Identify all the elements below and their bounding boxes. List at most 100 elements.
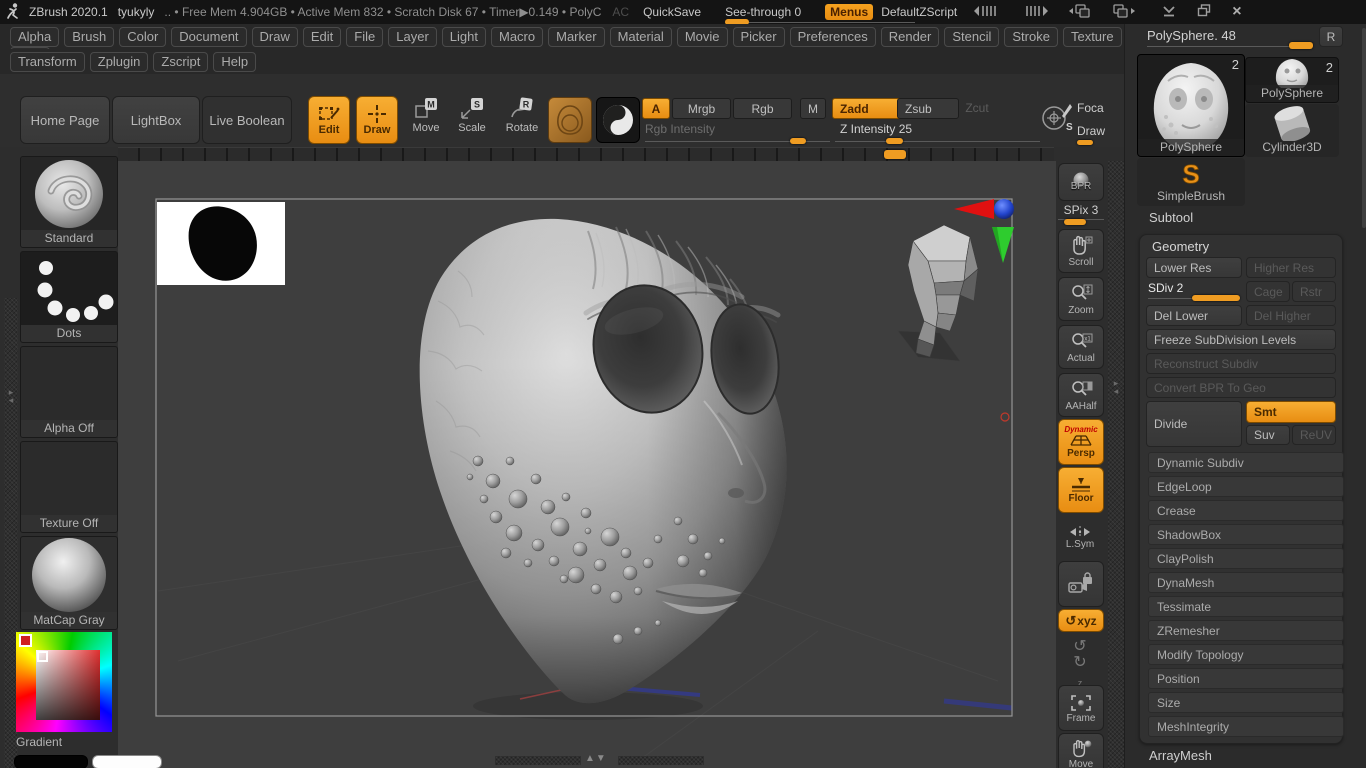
default-zscript-button[interactable]: DefaultZScript [881,5,957,19]
spix-slider[interactable]: SPix 3 [1058,203,1104,225]
dock-left-icon[interactable] [1069,3,1095,21]
viewport-canvas[interactable]: ▲▼ [118,161,1058,768]
see-through-slider[interactable]: See-through 0 [725,5,916,25]
right-tray-divider[interactable]: ▸ ◂ [1108,161,1124,768]
live-boolean-button[interactable]: Live Boolean [202,96,292,144]
bottom-tray-handle-left[interactable] [495,756,581,765]
spix-knob[interactable] [1064,219,1086,225]
quicksave-button[interactable]: QuickSave [643,5,701,19]
draw-size-knob[interactable] [1077,140,1093,145]
bottom-tray-arrows-icon[interactable]: ▲▼ [585,753,615,764]
sdiv-knob[interactable] [1192,295,1240,301]
menu-light[interactable]: Light [441,27,486,47]
timeline-knob[interactable] [884,150,906,159]
timeline-strip[interactable] [118,147,1054,162]
collapse-right-panels-icon[interactable] [1018,5,1049,20]
z-intensity-knob[interactable] [886,138,903,144]
right-divider-arrows-icon[interactable]: ▸ ◂ [1109,379,1123,396]
menu-texture[interactable]: Texture [1062,27,1122,47]
geometry-subsection-meshintegrity[interactable]: MeshIntegrity [1148,716,1344,737]
frame-button[interactable]: Frame [1058,685,1104,731]
menu-picker[interactable]: Picker [732,27,785,47]
higher-res-button[interactable]: Higher Res [1246,257,1336,278]
sv-cursor[interactable] [37,651,48,662]
tool-thumb-polysphere-recent[interactable]: 2 PolySphere [1245,57,1339,103]
geometry-subsection-position[interactable]: Position [1148,668,1344,689]
z-intensity-slider[interactable]: Z Intensity 25 [840,122,912,136]
geometry-subsection-crease[interactable]: Crease [1148,500,1344,521]
suv-toggle[interactable]: Suv [1246,425,1290,445]
scale-tool-button[interactable]: S Scale [454,96,490,142]
tool-thumb-simplebrush[interactable]: S SimpleBrush [1137,158,1245,206]
stroke-thumb-dots[interactable]: Dots [20,251,118,343]
del-higher-button[interactable]: Del Higher [1246,305,1336,326]
main-color-swatch[interactable] [14,755,88,768]
geometry-subsection-shadowbox[interactable]: ShadowBox [1148,524,1344,545]
menu-marker[interactable]: Marker [548,27,605,47]
convert-bpr-button[interactable]: Convert BPR To Geo [1146,377,1336,398]
menu-stroke[interactable]: Stroke [1004,27,1058,47]
rgb-toggle[interactable]: Rgb [733,98,792,119]
menus-button[interactable]: Menus [825,4,874,20]
tool-name-slider[interactable]: PolySphere. 48 [1147,28,1317,43]
panel-scrollbar[interactable] [1362,28,1366,228]
close-icon[interactable]: × [1232,3,1241,21]
collapse-left-panels-icon[interactable] [974,5,1004,20]
smt-toggle[interactable]: Smt [1246,401,1336,423]
bottom-tray-handle-right[interactable] [618,756,704,765]
menu-layer[interactable]: Layer [388,27,437,47]
current-stroke-thumb[interactable] [596,97,640,143]
local-transform-button[interactable] [1058,561,1104,607]
aahalf-button[interactable]: AAHalf [1058,373,1104,417]
arraymesh-section-header[interactable]: ArrayMesh [1149,748,1212,763]
color-picker[interactable] [16,632,112,732]
m-toggle[interactable]: M [800,98,826,119]
menu-color[interactable]: Color [119,27,167,47]
tool-thumb-cylinder3d[interactable]: Cylinder3D [1245,104,1339,157]
reconstruct-subdiv-button[interactable]: Reconstruct Subdiv [1146,353,1336,374]
edit-button[interactable]: Edit [308,96,350,144]
zadd-toggle[interactable]: Zadd [832,98,902,119]
menu-file[interactable]: File [346,27,384,47]
zoom-button[interactable]: Zoom [1058,277,1104,321]
zsub-toggle[interactable]: Zsub [897,98,959,119]
menu-render[interactable]: Render [880,27,940,47]
geometry-subsection-dynamic-subdiv[interactable]: Dynamic Subdiv [1148,452,1344,473]
menu-brush[interactable]: Brush [64,27,115,47]
geometry-subsection-modify-topology[interactable]: Modify Topology [1148,644,1344,665]
a-toggle[interactable]: A [642,98,670,119]
lower-res-button[interactable]: Lower Res [1146,257,1242,278]
rotate-tool-button[interactable]: R Rotate [504,96,540,142]
menu-transform[interactable]: Transform [10,52,85,72]
minimize-icon[interactable] [1162,5,1176,20]
material-thumb-matcap-gray[interactable]: MatCap Gray [20,536,118,630]
gradient-label[interactable]: Gradient [16,735,112,749]
current-material-thumb[interactable] [548,97,592,143]
reuv-button[interactable]: ReUV [1292,425,1336,445]
menu-draw[interactable]: Draw [251,27,298,47]
brush-thumb-standard[interactable]: Standard [20,156,118,248]
persp-button[interactable]: Dynamic Persp [1058,419,1104,465]
menu-movie[interactable]: Movie [676,27,728,47]
menu-edit[interactable]: Edit [302,27,342,47]
restore-icon[interactable] [1197,4,1211,20]
draw-button[interactable]: Draw [356,96,398,144]
menu-zscript[interactable]: Zscript [153,52,209,72]
sdiv-slider[interactable]: SDiv 2 [1148,281,1242,302]
divide-button[interactable]: Divide [1146,401,1242,447]
xyz-button[interactable]: ↺ xyz [1058,609,1104,632]
alpha-thumb-off[interactable]: Alpha Off [20,346,118,438]
menu-alpha[interactable]: Alpha [10,27,60,47]
menu-stencil[interactable]: Stencil [944,27,1000,47]
geometry-subsection-dynamesh[interactable]: DynaMesh [1148,572,1344,593]
geometry-section-header[interactable]: Geometry [1152,239,1209,254]
menu-zplugin[interactable]: Zplugin [89,52,149,72]
menu-help[interactable]: Help [213,52,257,72]
r-button[interactable]: R [1319,26,1343,47]
floor-button[interactable]: Floor [1058,467,1104,513]
rotate-z-button[interactable]: ↻ z [1058,654,1102,688]
tool-thumb-polysphere-active[interactable]: 2 PolySphere [1137,54,1245,157]
bpr-button[interactable]: BPR [1058,163,1104,201]
move-3d-button[interactable]: Move [1058,733,1104,768]
move-tool-button[interactable]: M Move [408,96,444,142]
